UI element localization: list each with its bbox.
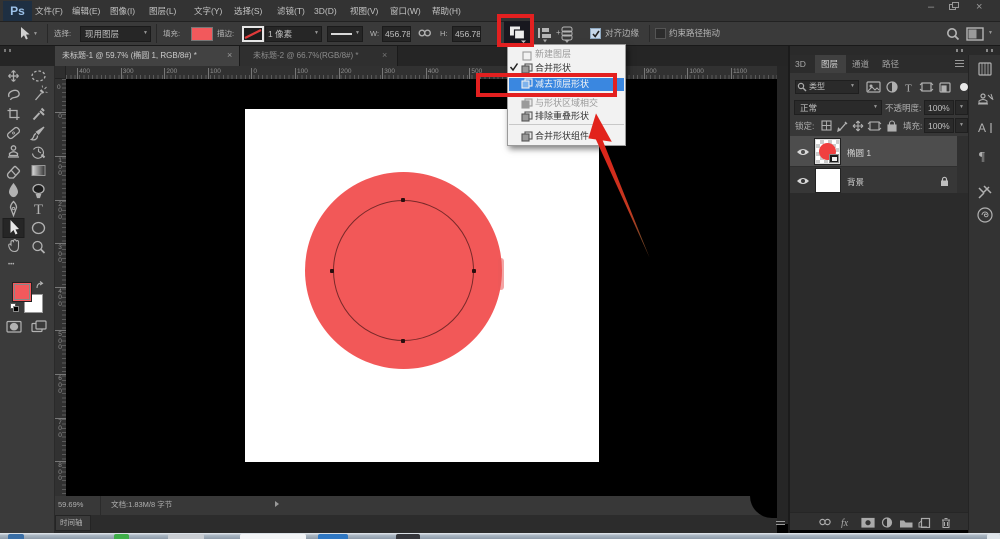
svg-text:fx: fx	[841, 518, 849, 528]
svg-text:A: A	[978, 121, 986, 135]
svg-text:+: +	[556, 28, 561, 37]
svg-text:¶: ¶	[979, 149, 985, 164]
svg-text:T: T	[34, 202, 43, 218]
svg-text:T: T	[905, 83, 912, 95]
